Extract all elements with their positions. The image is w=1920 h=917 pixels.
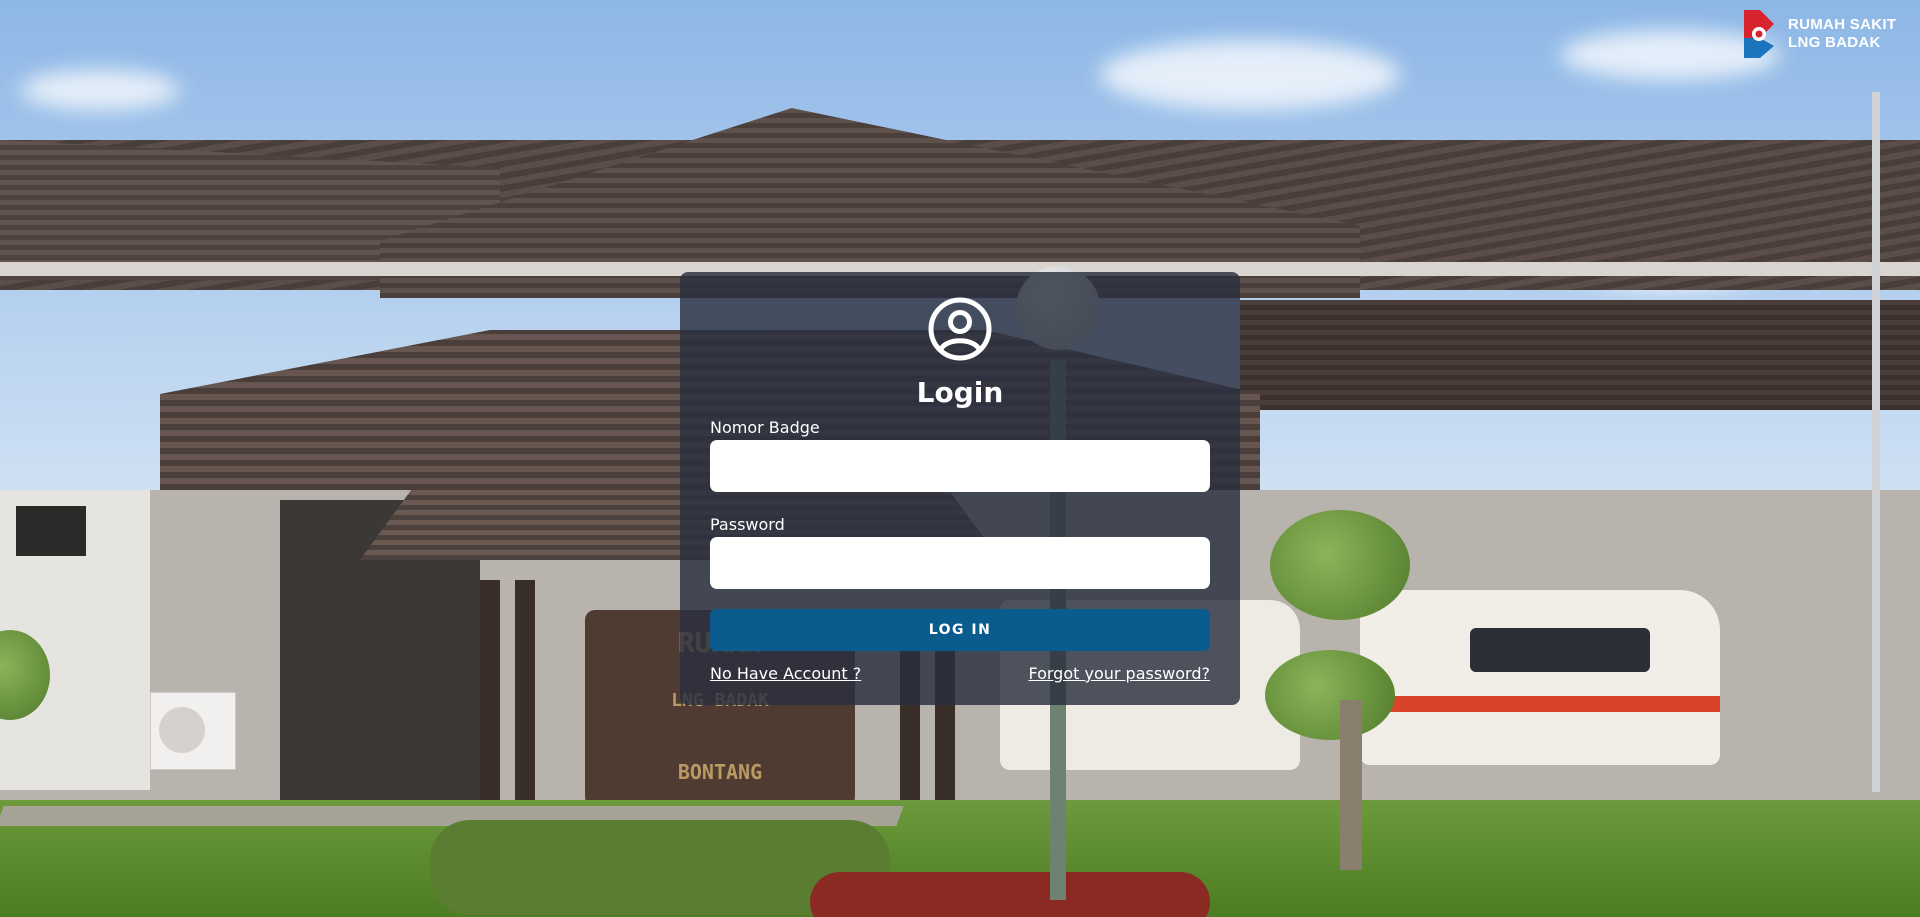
login-title: Login: [916, 376, 1004, 409]
cloud: [20, 70, 180, 110]
hospital-logo-text: RUMAH SAKIT LNG BADAK: [1788, 16, 1896, 52]
badge-number-input[interactable]: [710, 440, 1210, 492]
sign-text: BONTANG: [677, 760, 763, 784]
login-button[interactable]: LOG IN: [710, 609, 1210, 651]
password-label: Password: [710, 515, 785, 534]
brand-line-1: RUMAH SAKIT: [1788, 16, 1897, 33]
bonsai-tree: [1270, 510, 1410, 620]
flower-bed: [810, 872, 1210, 917]
flagpole: [1872, 92, 1880, 792]
ambulance-van: [1360, 590, 1720, 765]
register-link[interactable]: No Have Account ?: [710, 664, 861, 683]
porch-pillar: [480, 580, 500, 830]
tree-trunk: [1340, 700, 1362, 870]
login-card: Login Nomor Badge Password LOG IN No Hav…: [680, 272, 1240, 705]
air-conditioner-unit: [150, 692, 236, 770]
password-input[interactable]: [710, 537, 1210, 589]
hospital-logo: RUMAH SAKIT LNG BADAK: [1740, 8, 1896, 60]
hospital-logo-icon: [1740, 8, 1778, 60]
cloud: [1100, 40, 1400, 110]
user-circle-icon: [927, 296, 993, 362]
bonsai-tree: [1265, 650, 1395, 740]
forgot-password-link[interactable]: Forgot your password?: [1028, 664, 1210, 683]
building-window: [16, 506, 86, 556]
porch-pillar: [515, 580, 535, 830]
brand-line-2: LNG BADAK: [1788, 34, 1881, 51]
building-roof: [1240, 300, 1920, 410]
badge-label: Nomor Badge: [710, 418, 820, 437]
